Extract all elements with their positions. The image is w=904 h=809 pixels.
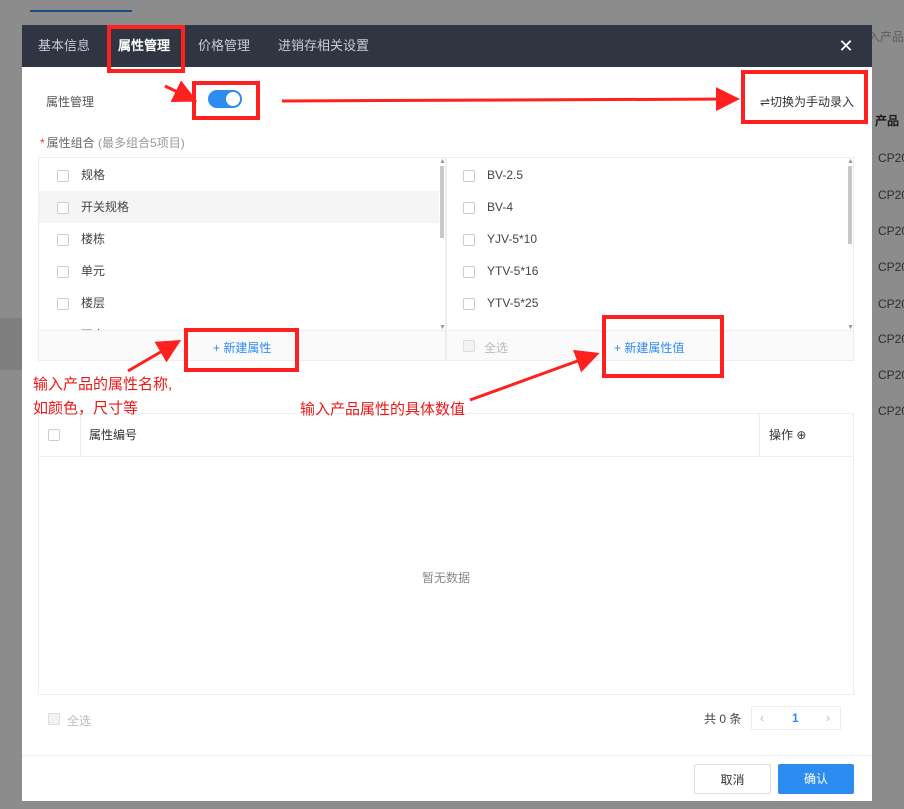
required-mark: * (40, 136, 45, 150)
list-item[interactable]: 单元 (39, 255, 439, 287)
list-item-label: 楼层 (81, 296, 106, 310)
attribute-table: 属性编号 操作 ⊕ 暂无数据 (38, 413, 854, 695)
next-page-icon[interactable]: › (826, 707, 830, 729)
select-all-checkbox (463, 340, 475, 352)
attribute-combo-label: * 属性组合 (最多组合5项目) (40, 134, 185, 151)
scroll-up-icon[interactable]: ▲ (439, 158, 445, 165)
list-item[interactable]: 规格 (39, 159, 439, 191)
list-item-label: 开关规格 (81, 200, 130, 214)
checkbox[interactable] (463, 266, 475, 278)
checkbox[interactable] (57, 170, 69, 182)
tab-price-management[interactable]: 价格管理 (198, 25, 250, 67)
tab-inventory-settings[interactable]: 进销存相关设置 (278, 25, 369, 67)
annotation-attribute-value: 输入产品属性的具体数值 (300, 401, 466, 418)
list-item-label: 规格 (81, 168, 106, 182)
cancel-button[interactable]: 取消 (694, 764, 771, 794)
annotation-box-switch (741, 70, 868, 124)
tab-basic-info[interactable]: 基本信息 (38, 25, 90, 67)
list-item[interactable]: 开关规格 (39, 191, 439, 223)
column-header-attribute-code: 属性编号 (89, 428, 138, 442)
prev-page-icon[interactable]: ‹ (760, 707, 764, 729)
column-divider (759, 414, 760, 457)
checkbox[interactable] (463, 298, 475, 310)
column-header-action: 操作 ⊕ (769, 414, 806, 457)
checkbox[interactable] (57, 234, 69, 246)
column-divider (80, 414, 81, 457)
footer-select-all-checkbox (48, 713, 60, 725)
attribute-combo-hint: (最多组合5项目) (98, 136, 185, 150)
header-checkbox[interactable] (48, 429, 60, 441)
list-item[interactable]: YJV-5*10 (447, 223, 847, 255)
add-circle-icon[interactable]: ⊕ (796, 428, 806, 442)
scroll-up-icon[interactable]: ▲ (847, 158, 853, 165)
attribute-management-label: 属性管理 (46, 95, 95, 109)
annotation-box-tab (107, 25, 185, 73)
footer-select-all-label: 全选 (67, 714, 92, 728)
action-header-label: 操作 (769, 428, 794, 442)
list-item-label: BV-2.5 (487, 168, 524, 182)
annotation-attribute-name-line2: 如颜色，尺寸等 (33, 400, 139, 417)
list-item-label: BV-4 (487, 200, 514, 214)
list-item-label: YTV-5*16 (487, 264, 539, 278)
list-item-label: 单元 (81, 264, 106, 278)
checkbox[interactable] (57, 298, 69, 310)
empty-state-text: 暂无数据 (421, 571, 470, 585)
list-item-label: YTV-5*25 (487, 296, 539, 310)
checkbox[interactable] (463, 234, 475, 246)
checkbox[interactable] (57, 266, 69, 278)
total-count: 共 0 条 (704, 712, 742, 726)
modal-footer: 取消 确认 (22, 755, 872, 801)
annotation-box-new-attribute (184, 328, 299, 372)
list-item[interactable]: 楼层 (39, 287, 439, 319)
list-item[interactable]: BV-4 (447, 191, 847, 223)
checkbox[interactable] (463, 170, 475, 182)
scrollbar[interactable] (440, 166, 444, 238)
pagination: ‹ 1 › (751, 706, 841, 730)
annotation-box-toggle (192, 81, 260, 120)
list-item[interactable]: YTV-5*16 (447, 255, 847, 287)
close-icon[interactable]: ✕ (836, 36, 856, 56)
select-all-label: 全选 (484, 341, 509, 355)
list-item[interactable]: 楼栋 (39, 223, 439, 255)
confirm-button[interactable]: 确认 (778, 764, 854, 794)
checkbox[interactable] (57, 202, 69, 214)
annotation-attribute-name-line1: 输入产品的属性名称, (33, 376, 173, 393)
page-number[interactable]: 1 (792, 707, 799, 729)
list-item-label: YJV-5*10 (487, 232, 538, 246)
checkbox[interactable] (463, 202, 475, 214)
attribute-combo-text: 属性组合 (46, 136, 95, 150)
scrollbar[interactable] (848, 166, 852, 244)
list-item-label: 楼栋 (81, 232, 106, 246)
annotation-box-new-value (602, 315, 724, 378)
list-item[interactable]: BV-2.5 (447, 159, 847, 191)
